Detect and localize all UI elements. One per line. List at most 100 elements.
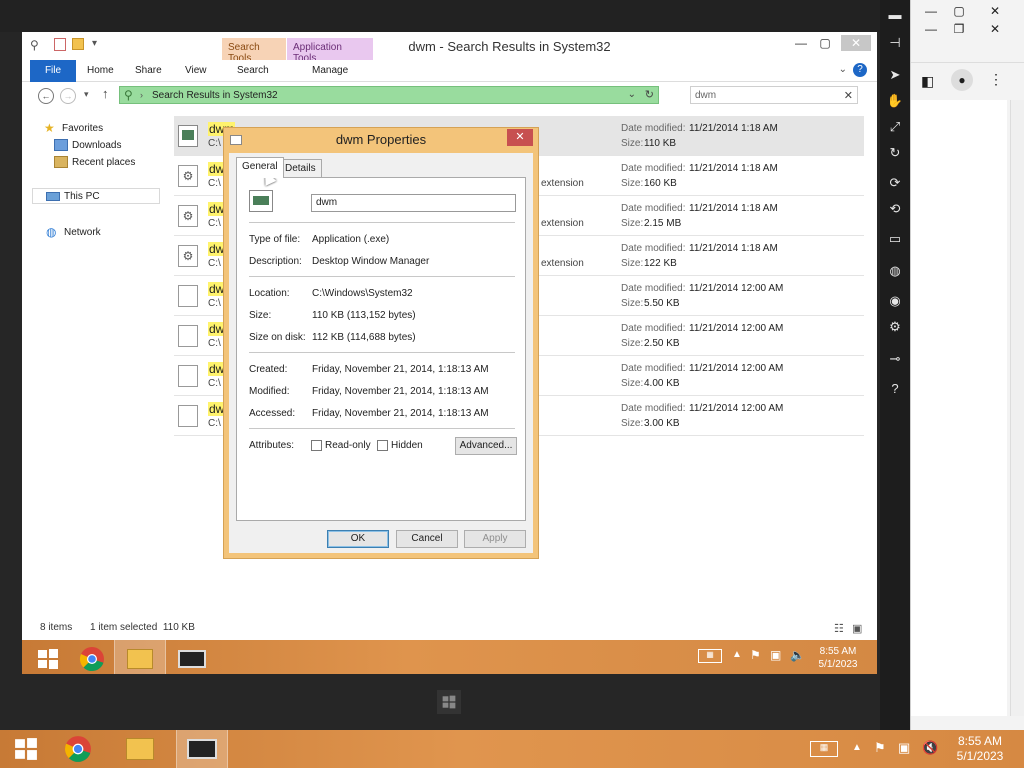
minimize-button[interactable]: — bbox=[788, 36, 814, 50]
tab-home[interactable]: Home bbox=[87, 65, 114, 76]
volume-icon[interactable]: 🔈 bbox=[790, 648, 805, 662]
keyboard-icon[interactable]: ▦ bbox=[810, 741, 838, 757]
date-label: Date modified: bbox=[621, 243, 686, 254]
sidebar-toggle-icon[interactable]: ◧ bbox=[921, 73, 934, 90]
details-view-icon[interactable]: ☷ bbox=[834, 622, 844, 635]
search-input[interactable]: dwm ✕ bbox=[690, 86, 858, 104]
help-icon[interactable]: ? bbox=[884, 378, 906, 400]
nav-this-pc-label: This PC bbox=[64, 191, 100, 202]
up-button[interactable]: ↑ bbox=[102, 86, 109, 101]
date-value: 11/21/2014 1:18 AM bbox=[689, 163, 778, 174]
tab-details[interactable]: Details bbox=[279, 159, 322, 177]
panel-close-icon[interactable]: ✕ bbox=[983, 4, 1007, 18]
taskbar-file-explorer[interactable] bbox=[114, 640, 166, 674]
more-menu-icon[interactable]: ⋮ bbox=[989, 71, 1003, 88]
hand-icon[interactable]: ✋ bbox=[884, 90, 906, 112]
panel-scrollbar[interactable] bbox=[1010, 100, 1024, 716]
advanced-button[interactable]: Advanced... bbox=[455, 437, 517, 455]
panel-close2-icon[interactable]: ✕ bbox=[983, 22, 1007, 36]
file-path: C:\ bbox=[208, 258, 221, 269]
tab-search[interactable]: Search bbox=[237, 65, 269, 76]
network-icon: ◍ bbox=[46, 225, 57, 239]
host-start-button[interactable] bbox=[0, 730, 52, 768]
tray-overflow-icon[interactable]: ▲ bbox=[852, 742, 862, 753]
help-icon[interactable]: ? bbox=[853, 63, 867, 77]
host-taskbar-remote-desktop[interactable] bbox=[176, 730, 228, 768]
close-button[interactable]: ✕ bbox=[841, 35, 871, 51]
taskbar-chrome[interactable] bbox=[66, 640, 118, 674]
tab-file[interactable]: File bbox=[30, 60, 76, 82]
monitor-icon[interactable]: ▭ bbox=[884, 228, 906, 250]
recent-dropdown-icon[interactable]: ▾ bbox=[84, 89, 89, 100]
camera-icon[interactable]: ◉ bbox=[884, 290, 906, 312]
file-type: extension bbox=[541, 218, 584, 229]
cycle-icon[interactable]: ↻ bbox=[884, 142, 906, 164]
maximize-button[interactable]: ▢ bbox=[812, 36, 838, 50]
action-center-icon[interactable]: ⚑ bbox=[750, 648, 761, 662]
action-center-icon[interactable]: ⚑ bbox=[874, 740, 886, 756]
volume-muted-icon[interactable]: 🔇 bbox=[922, 740, 938, 756]
panel-minimize-icon[interactable]: — bbox=[919, 4, 943, 18]
slider-icon[interactable]: ⊸ bbox=[884, 348, 906, 370]
rotate-left-icon[interactable]: ⟲ bbox=[884, 198, 906, 220]
globe-icon[interactable]: ◍ bbox=[884, 260, 906, 282]
file-name-field[interactable]: dwm bbox=[311, 194, 516, 212]
explorer-window: ⚲ ▾ Search Tools Application Tools dwm -… bbox=[22, 32, 877, 640]
dialog-close-button[interactable]: ✕ bbox=[507, 129, 533, 146]
refresh-icon[interactable]: ↻ bbox=[645, 88, 654, 101]
ribbon: File Home Share View Search Manage ⌄ ? bbox=[22, 60, 877, 82]
nav-favorites[interactable]: ★ Favorites bbox=[44, 122, 103, 134]
host-clock[interactable]: 8:55 AM 5/1/2023 bbox=[944, 734, 1016, 764]
panel-maximize-icon[interactable]: ▢ bbox=[947, 4, 971, 18]
host-top-bar bbox=[0, 0, 910, 32]
pointer-icon[interactable]: ➤ bbox=[884, 64, 906, 86]
clear-search-icon[interactable]: ✕ bbox=[844, 89, 853, 102]
keyboard-icon[interactable]: ▦ bbox=[698, 649, 722, 663]
panel-restore-icon[interactable]: ❐ bbox=[947, 22, 971, 36]
address-bar[interactable]: ⚲ › Search Results in System32 ⌄ ↻ bbox=[119, 86, 659, 104]
readonly-label: Read-only bbox=[325, 440, 371, 451]
minimize-icon[interactable]: ▬ bbox=[884, 4, 906, 26]
tab-manage[interactable]: Manage bbox=[312, 65, 348, 76]
tray-overflow-icon[interactable]: ▲ bbox=[732, 649, 742, 660]
address-dropdown-icon[interactable]: ⌄ bbox=[628, 89, 636, 100]
tab-view[interactable]: View bbox=[185, 65, 207, 76]
forward-button[interactable]: → bbox=[60, 88, 76, 104]
cancel-button[interactable]: Cancel bbox=[396, 530, 458, 548]
ribbon-expand-icon[interactable]: ⌄ bbox=[839, 64, 847, 75]
tab-share[interactable]: Share bbox=[135, 65, 162, 76]
nav-network[interactable]: ◍ Network bbox=[46, 226, 101, 238]
profile-icon[interactable]: ● bbox=[951, 69, 973, 91]
gear-icon[interactable]: ⚙ bbox=[884, 316, 906, 338]
taskbar-remote-desktop[interactable] bbox=[166, 640, 218, 674]
back-button[interactable]: ← bbox=[38, 88, 54, 104]
status-bar: 8 items 1 item selected 110 KB ☷ ▣ bbox=[22, 616, 877, 638]
rotate-right-icon[interactable]: ⟳ bbox=[884, 172, 906, 194]
vm-clock[interactable]: 8:55 AM 5/1/2023 bbox=[808, 645, 868, 671]
description-label: Description: bbox=[249, 256, 302, 267]
hidden-checkbox[interactable]: Hidden bbox=[377, 440, 423, 451]
date-label: Date modified: bbox=[621, 123, 686, 134]
tab-general[interactable]: General bbox=[236, 157, 284, 178]
expand-icon[interactable]: ⤢ bbox=[884, 116, 906, 138]
large-icons-view-icon[interactable]: ▣ bbox=[852, 622, 862, 635]
file-path: C:\ bbox=[208, 178, 221, 189]
ok-button[interactable]: OK bbox=[327, 530, 389, 548]
nav-network-label: Network bbox=[64, 226, 101, 238]
file-type: extension bbox=[541, 258, 584, 269]
host-taskbar-chrome[interactable] bbox=[52, 730, 104, 768]
size-on-disk-value: 112 KB (114,688 bytes) bbox=[312, 332, 416, 343]
network-tray-icon[interactable]: ▣ bbox=[770, 648, 781, 662]
host-taskbar-file-explorer[interactable] bbox=[114, 730, 166, 768]
nav-this-pc[interactable]: This PC bbox=[46, 191, 100, 202]
readonly-checkbox[interactable]: Read-only bbox=[311, 440, 371, 451]
panel-minimize2-icon[interactable]: — bbox=[919, 22, 943, 36]
accessed-label: Accessed: bbox=[249, 408, 296, 419]
vm-start-hint[interactable] bbox=[437, 690, 461, 714]
date-value: 11/21/2014 1:18 AM bbox=[689, 243, 778, 254]
nav-recent-places[interactable]: Recent places bbox=[54, 156, 135, 168]
network-tray-icon[interactable]: ▣ bbox=[898, 740, 910, 756]
pin-icon[interactable]: ⊣ bbox=[884, 32, 906, 54]
nav-downloads[interactable]: Downloads bbox=[54, 139, 121, 151]
apply-button[interactable]: Apply bbox=[464, 530, 526, 548]
